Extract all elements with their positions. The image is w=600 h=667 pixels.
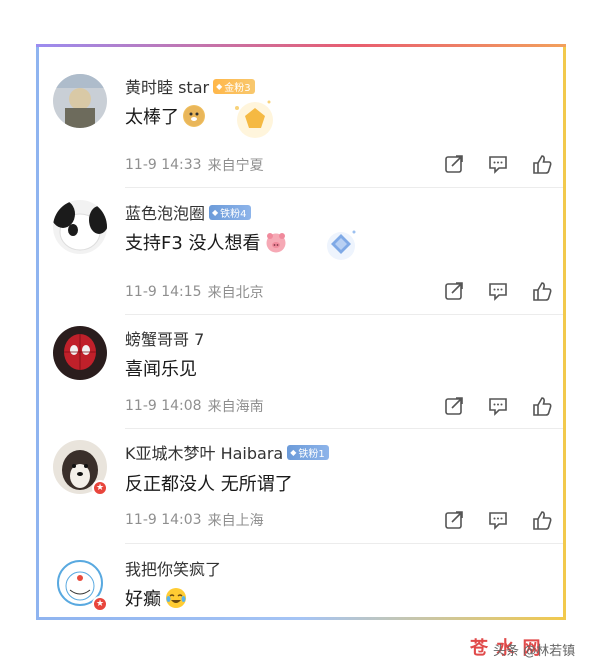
username[interactable]: 我把你笑疯了 [125, 556, 221, 580]
location: 来自上海 [207, 513, 264, 529]
username[interactable]: 蓝色泡泡圈 [125, 200, 205, 224]
username[interactable]: K亚城木梦叶 Haibara [125, 440, 283, 464]
comment-item: ★ K亚城木梦叶 Haibara ◆ 铁粉1 反正都没人 无所谓了 11-9 14… [39, 429, 563, 544]
comment-item: 蓝色泡泡圈 ◆ 铁粉4 支持F3 没人想看 11-9 14:15 来自北京 [39, 188, 563, 316]
timestamp: 11-9 14:03 [125, 512, 202, 528]
fan-badge: ◆ 铁粉1 [287, 444, 329, 460]
username[interactable]: 黄时睦 star [125, 74, 209, 98]
timestamp: 11-9 14:08 [125, 398, 202, 414]
diamond-icon: ◆ [212, 207, 219, 217]
fan-badge-label: 铁粉1 [298, 448, 325, 460]
comment-text: 好癫 [125, 589, 161, 610]
location: 来自海南 [207, 399, 264, 415]
diamond-icon: ◆ [290, 447, 297, 457]
comment-item: ★ 我把你笑疯了 好癫 [39, 544, 563, 617]
share-icon[interactable] [443, 395, 465, 417]
comment-text: 支持F3 没人想看 [125, 233, 261, 254]
divider [125, 314, 563, 315]
comment-item: 黄时睦 star ◆ 金粉3 太棒了 11-9 14:33 来自宁夏 [39, 60, 563, 188]
share-icon[interactable] [443, 153, 465, 175]
avatar[interactable] [53, 326, 107, 380]
verified-badge-icon: ★ [92, 596, 108, 612]
laugh-cry-emoji [165, 587, 187, 609]
username[interactable]: 螃蟹哥哥 7 [125, 326, 204, 350]
comment-icon[interactable] [487, 509, 509, 531]
gold-fan-decoration-icon [235, 100, 273, 138]
thumbs-up-icon[interactable] [531, 153, 553, 175]
thumbs-up-icon[interactable] [531, 395, 553, 417]
comment-icon[interactable] [487, 395, 509, 417]
comment-text: 太棒了 [125, 107, 179, 128]
doge-emoji [183, 105, 205, 127]
fan-badge: ◆ 铁粉4 [209, 204, 251, 220]
comment-icon[interactable] [487, 153, 509, 175]
avatar[interactable] [53, 74, 107, 128]
share-icon[interactable] [443, 280, 465, 302]
watermark-label: 头条 @林若镇 [493, 644, 576, 659]
avatar[interactable] [53, 200, 107, 254]
thumbs-up-icon[interactable] [531, 509, 553, 531]
fan-badge-label: 铁粉4 [220, 208, 247, 220]
timestamp: 11-9 14:15 [125, 284, 202, 300]
diamond-icon: ◆ [216, 81, 223, 91]
verified-badge-icon: ★ [92, 480, 108, 496]
thumbs-up-icon[interactable] [531, 280, 553, 302]
comment-text: 喜闻乐见 [125, 359, 197, 380]
comment-text: 反正都没人 无所谓了 [125, 474, 293, 495]
pig-emoji [265, 231, 287, 253]
comment-item: 螃蟹哥哥 7 喜闻乐见 11-9 14:08 来自海南 [39, 316, 563, 429]
location: 来自北京 [207, 285, 264, 301]
iron-fan-decoration-icon [327, 230, 356, 260]
timestamp: 11-9 14:33 [125, 157, 202, 173]
share-icon[interactable] [443, 509, 465, 531]
location: 来自宁夏 [207, 158, 264, 174]
comment-icon[interactable] [487, 280, 509, 302]
